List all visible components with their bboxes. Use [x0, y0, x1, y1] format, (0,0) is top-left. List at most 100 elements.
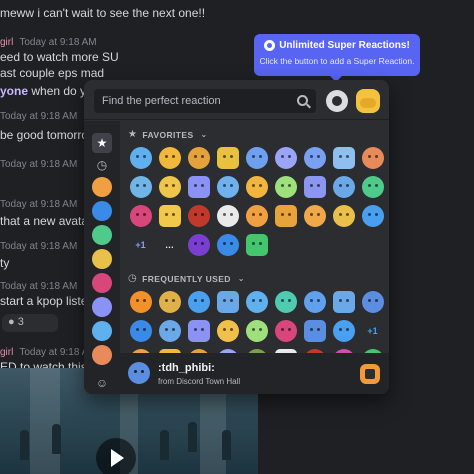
favorite-emoji[interactable]	[271, 172, 300, 201]
message-reaction[interactable]: ● 3	[2, 314, 58, 332]
frequent-emoji[interactable]	[126, 316, 155, 345]
frequent-emoji[interactable]	[271, 345, 300, 353]
frequent-emoji[interactable]	[271, 287, 300, 316]
emoji-icon	[303, 146, 326, 169]
frequent-emoji[interactable]	[358, 345, 387, 353]
favorites-label: FAVORITES	[142, 129, 194, 140]
frequent-emoji[interactable]	[329, 287, 358, 316]
sidebar-server-1[interactable]	[92, 177, 112, 197]
favorite-emoji[interactable]	[300, 143, 329, 172]
sidebar-server-5[interactable]	[92, 273, 112, 293]
frequent-emoji[interactable]	[242, 287, 271, 316]
favorite-emoji[interactable]	[271, 143, 300, 172]
favorite-emoji[interactable]	[126, 143, 155, 172]
favorite-emoji[interactable]	[358, 143, 387, 172]
preview-emoji	[128, 362, 150, 384]
favorite-emoji[interactable]	[300, 172, 329, 201]
message-text: be good tomorro	[0, 128, 89, 142]
frequent-emoji[interactable]	[329, 345, 358, 353]
frequent-emoji[interactable]	[184, 316, 213, 345]
emoji-icon	[129, 319, 152, 342]
favorite-emoji[interactable]	[213, 172, 242, 201]
frequent-emoji[interactable]	[329, 316, 358, 345]
play-button[interactable]	[96, 438, 136, 474]
search-input[interactable]	[94, 89, 290, 113]
frequent-emoji[interactable]	[213, 345, 242, 353]
frequent-emoji[interactable]	[271, 316, 300, 345]
clock-icon[interactable]: ◷	[92, 155, 112, 175]
favorites-header[interactable]: ★ FAVORITES ⌄	[128, 129, 208, 140]
favorite-emoji[interactable]	[213, 143, 242, 172]
emoji-icon	[187, 146, 210, 169]
frequent-emoji[interactable]	[242, 316, 271, 345]
message-text: ast couple eps mad	[0, 66, 105, 80]
favorite-emoji[interactable]	[271, 201, 300, 230]
frequent-emoji[interactable]	[184, 345, 213, 353]
favorite-emoji[interactable]	[155, 172, 184, 201]
chevron-down-icon: ⌄	[237, 274, 245, 283]
sidebar-server-4[interactable]	[92, 249, 112, 269]
frequent-emoji[interactable]	[126, 345, 155, 353]
favorite-emoji[interactable]	[329, 201, 358, 230]
favorite-emoji[interactable]	[358, 201, 387, 230]
frequent-header[interactable]: ◷ FREQUENTLY USED ⌄	[128, 273, 245, 284]
favorite-emoji[interactable]	[242, 201, 271, 230]
frequent-emoji[interactable]	[155, 287, 184, 316]
favorite-emoji[interactable]	[329, 143, 358, 172]
emoji-icon	[216, 319, 239, 342]
favorite-emoji[interactable]	[358, 172, 387, 201]
chat-line: start a kpop liste	[0, 294, 87, 308]
frequent-emoji[interactable]	[155, 316, 184, 345]
favorite-emoji[interactable]	[242, 143, 271, 172]
favorite-emoji[interactable]	[126, 172, 155, 201]
favorite-emoji[interactable]	[184, 230, 213, 259]
emoji-preview-bar: :tdh_phibi: from Discord Town Hall	[120, 353, 389, 394]
emoji-icon	[245, 319, 268, 342]
message-text: start a kpop liste	[0, 294, 88, 308]
frequent-emoji[interactable]	[300, 287, 329, 316]
frequent-emoji[interactable]: +1	[358, 316, 387, 345]
emoji-scroll-area[interactable]: ★ FAVORITES ⌄ +1 … ◷ FREQUENTLY USED ⌄ +1	[120, 121, 389, 353]
favorite-emoji[interactable]	[155, 143, 184, 172]
frequent-emoji[interactable]	[126, 287, 155, 316]
sidebar-server-3[interactable]	[92, 225, 112, 245]
favorite-emoji[interactable]: …	[155, 230, 184, 259]
favorite-emoji[interactable]	[155, 201, 184, 230]
favorite-emoji[interactable]	[126, 201, 155, 230]
frequent-emoji[interactable]	[213, 316, 242, 345]
frequent-emoji[interactable]	[242, 345, 271, 353]
message-author[interactable]: girl	[0, 347, 13, 358]
frequent-emoji[interactable]	[300, 345, 329, 353]
frequent-emoji[interactable]	[300, 316, 329, 345]
favorite-emoji[interactable]	[242, 230, 271, 259]
emoji-icon	[361, 290, 384, 313]
mention[interactable]: yone	[0, 84, 28, 98]
emoji-icon	[129, 175, 152, 198]
skin-tone-button[interactable]	[356, 89, 380, 113]
frequent-emoji[interactable]	[358, 287, 387, 316]
favorite-emoji[interactable]	[213, 230, 242, 259]
favorite-emoji[interactable]: +1	[126, 230, 155, 259]
super-reaction-toggle[interactable]	[326, 90, 348, 112]
sidebar-server-6[interactable]	[92, 297, 112, 317]
favorite-emoji[interactable]	[242, 172, 271, 201]
favorite-emoji[interactable]	[184, 143, 213, 172]
preview-name: :tdh_phibi:	[158, 362, 215, 374]
favorite-emoji[interactable]	[329, 172, 358, 201]
sidebar-server-2[interactable]	[92, 201, 112, 221]
smiley-icon[interactable]: ☺	[92, 373, 112, 393]
message-timestamp: Today at 9:18 AM	[0, 111, 78, 122]
message-author[interactable]: girl	[0, 37, 13, 48]
sidebar-server-8[interactable]	[92, 345, 112, 365]
emoji-icon	[129, 290, 152, 313]
favorite-emoji[interactable]	[184, 172, 213, 201]
favorite-emoji[interactable]	[300, 201, 329, 230]
sidebar-server-7[interactable]	[92, 321, 112, 341]
star-icon[interactable]: ★	[92, 133, 112, 153]
favorite-emoji[interactable]	[184, 201, 213, 230]
favorite-emoji[interactable]	[213, 201, 242, 230]
frequent-emoji[interactable]	[155, 345, 184, 353]
preview-server-icon	[360, 364, 380, 384]
frequent-emoji[interactable]	[213, 287, 242, 316]
frequent-emoji[interactable]	[184, 287, 213, 316]
